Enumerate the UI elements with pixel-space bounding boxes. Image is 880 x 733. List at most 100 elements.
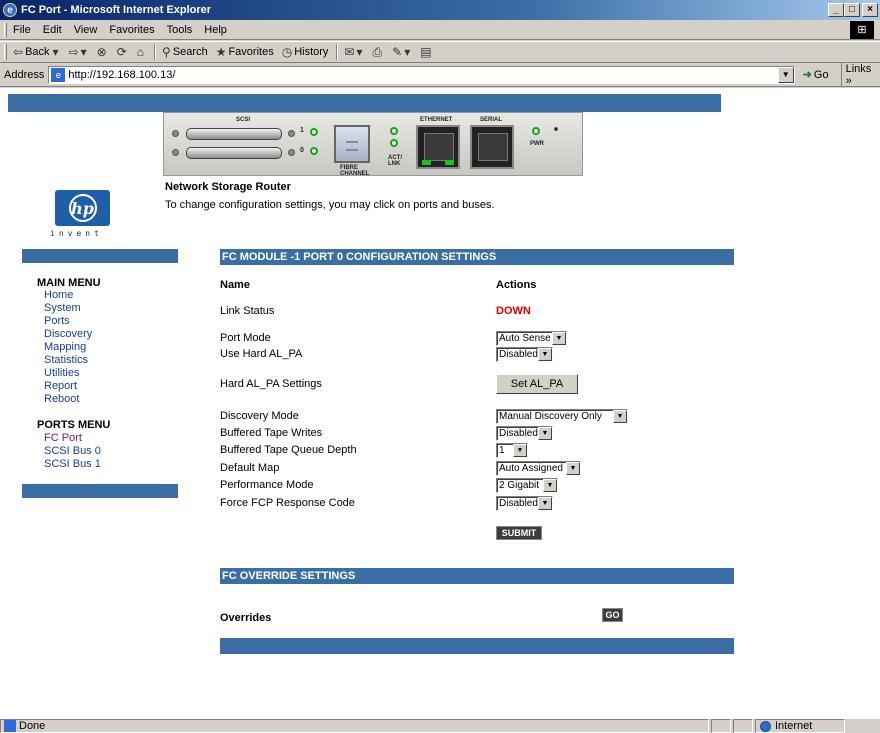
address-dropdown-icon[interactable]: ▼ <box>777 66 794 83</box>
window-title: FC Port - Microsoft Internet Explorer <box>21 4 212 16</box>
favorites-button[interactable]: ★ Favorites <box>216 45 274 59</box>
minimize-button[interactable]: _ <box>828 3 844 17</box>
menu-view[interactable]: View <box>74 24 98 36</box>
force-fcp-label: Force FCP Response Code <box>220 497 355 509</box>
nav-mapping[interactable]: Mapping <box>44 341 86 353</box>
buffered-writes-select[interactable]: Disabled ▼ <box>496 426 553 441</box>
page-viewport: SCSI 1 0 FIBRE CHANNEL ACT/ LNK ETHERNET… <box>0 88 880 718</box>
buffered-writes-label: Buffered Tape Writes <box>220 427 323 439</box>
nav-utilities[interactable]: Utilities <box>44 367 79 379</box>
default-map-select[interactable]: Auto Assigned ▼ <box>496 461 581 476</box>
nav-report[interactable]: Report <box>44 380 77 392</box>
ethernet-label: ETHERNET <box>420 117 453 123</box>
chevron-down-icon: ▼ <box>513 444 527 457</box>
nav-reboot[interactable]: Reboot <box>44 393 79 405</box>
name-column-header: Name <box>220 279 250 291</box>
power-led <box>532 127 540 135</box>
overrides-go-button[interactable]: GO <box>602 608 623 622</box>
menu-help[interactable]: Help <box>204 24 227 36</box>
chevron-down-icon: ▼ <box>566 462 580 475</box>
windows-throbber-icon: ⊞ <box>850 21 874 39</box>
forward-dropdown-icon[interactable]: ▾ <box>81 45 87 59</box>
set-alpa-button[interactable]: Set AL_PA <box>496 374 578 394</box>
favorites-icon: ★ <box>215 45 227 59</box>
discovery-mode-label: Discovery Mode <box>220 410 299 422</box>
discovery-mode-select[interactable]: Manual Discovery Only ▼ <box>496 409 628 424</box>
nav-scsi-bus-1[interactable]: SCSI Bus 1 <box>44 458 101 470</box>
nav-bottom-bar <box>22 484 178 498</box>
submit-button[interactable]: SUBMIT <box>496 526 542 540</box>
use-hard-alpa-select[interactable]: Disabled ▼ <box>496 347 553 362</box>
scsi-bus-1-port[interactable] <box>186 128 282 140</box>
mail-button[interactable]: ✉ ▾ <box>344 45 364 59</box>
maximize-button[interactable]: □ <box>844 3 860 17</box>
discuss-button[interactable]: ▤ <box>420 45 433 59</box>
ethernet-link-led <box>422 160 431 165</box>
scsi-bus-0-port[interactable] <box>186 147 282 159</box>
mail-dropdown-icon[interactable]: ▾ <box>356 45 362 59</box>
port-mode-select[interactable]: Auto Sense ▼ <box>496 331 567 346</box>
nav-discovery[interactable]: Discovery <box>44 328 92 340</box>
menu-edit[interactable]: Edit <box>43 24 62 36</box>
ethernet-act-led <box>445 160 454 165</box>
back-button[interactable]: ⇦ Back ▾ <box>13 45 61 59</box>
hp-logo-text: hp <box>71 198 94 218</box>
back-dropdown-icon[interactable]: ▾ <box>53 45 59 59</box>
address-input[interactable]: e http://192.168.100.13/ ▼ <box>48 65 795 84</box>
security-zone-pane: Internet <box>755 719 845 733</box>
force-fcp-select[interactable]: Disabled ▼ <box>496 496 553 511</box>
performance-mode-selected: 2 Gigabit <box>499 480 540 491</box>
search-button[interactable]: ⚲ Search <box>162 45 208 59</box>
use-hard-alpa-selected: Disabled <box>499 349 538 360</box>
links-button[interactable]: Links » <box>840 62 880 87</box>
chevron-down-icon: ▼ <box>538 348 552 361</box>
scsi-bus-1-number: 1 <box>300 127 304 134</box>
edit-dropdown-icon[interactable]: ▾ <box>404 45 410 59</box>
chevron-down-icon: ▼ <box>543 479 557 492</box>
go-arrow-icon: ➜ <box>802 69 812 81</box>
menu-favorites[interactable]: Favorites <box>109 24 154 36</box>
port-mode-label: Port Mode <box>220 332 271 344</box>
print-button[interactable]: ⎙ <box>373 45 385 60</box>
ethernet-port[interactable] <box>416 125 460 169</box>
search-icon: ⚲ <box>162 45 171 59</box>
go-button[interactable]: ➜ Go <box>802 68 829 82</box>
toolbar-grip[interactable] <box>4 44 7 60</box>
act-lnk-label: ACT/ LNK <box>388 155 402 167</box>
home-button[interactable]: ⌂ <box>137 45 146 59</box>
print-icon: ⎙ <box>372 44 383 59</box>
chevron-down-icon: ▼ <box>538 427 552 440</box>
refresh-button[interactable]: ⟳ <box>117 45 129 59</box>
address-url[interactable]: http://192.168.100.13/ <box>68 69 175 81</box>
menu-tools[interactable]: Tools <box>167 24 193 36</box>
pwr-label: PWR <box>530 141 544 147</box>
forward-button[interactable]: ⇨ ▾ <box>69 45 89 59</box>
page-subtitle: To change configuration settings, you ma… <box>165 199 495 211</box>
nav-statistics[interactable]: Statistics <box>44 354 88 366</box>
serial-port[interactable] <box>470 125 514 169</box>
performance-mode-select[interactable]: 2 Gigabit ▼ <box>496 478 558 493</box>
link-status-label: Link Status <box>220 305 275 317</box>
nav-ports[interactable]: Ports <box>44 315 70 327</box>
fc-act-led <box>390 127 398 135</box>
menubar-grip[interactable] <box>4 22 7 37</box>
nav-system[interactable]: System <box>44 302 81 314</box>
edit-button[interactable]: ✎ ▾ <box>392 45 412 59</box>
nav-home[interactable]: Home <box>44 289 73 301</box>
queue-depth-select[interactable]: 1 ▼ <box>496 443 528 458</box>
close-button[interactable]: × <box>862 3 878 17</box>
page-title: Network Storage Router <box>165 181 291 193</box>
ports-menu-heading: PORTS MENU <box>37 419 111 431</box>
discuss-icon: ▤ <box>420 45 432 59</box>
stop-button[interactable]: ⊗ <box>97 45 109 59</box>
hp-logo: hp <box>55 190 110 226</box>
links-label: Links <box>845 62 872 75</box>
nav-scsi-bus-0[interactable]: SCSI Bus 0 <box>44 445 101 457</box>
fc-port-connector[interactable] <box>334 125 370 163</box>
history-button[interactable]: ◷ History <box>282 45 329 59</box>
menu-file[interactable]: File <box>13 24 31 36</box>
back-label: Back <box>25 46 50 58</box>
reset-pinhole[interactable] <box>554 127 558 131</box>
nav-fc-port[interactable]: FC Port <box>44 432 82 444</box>
nav-top-bar <box>22 249 178 263</box>
